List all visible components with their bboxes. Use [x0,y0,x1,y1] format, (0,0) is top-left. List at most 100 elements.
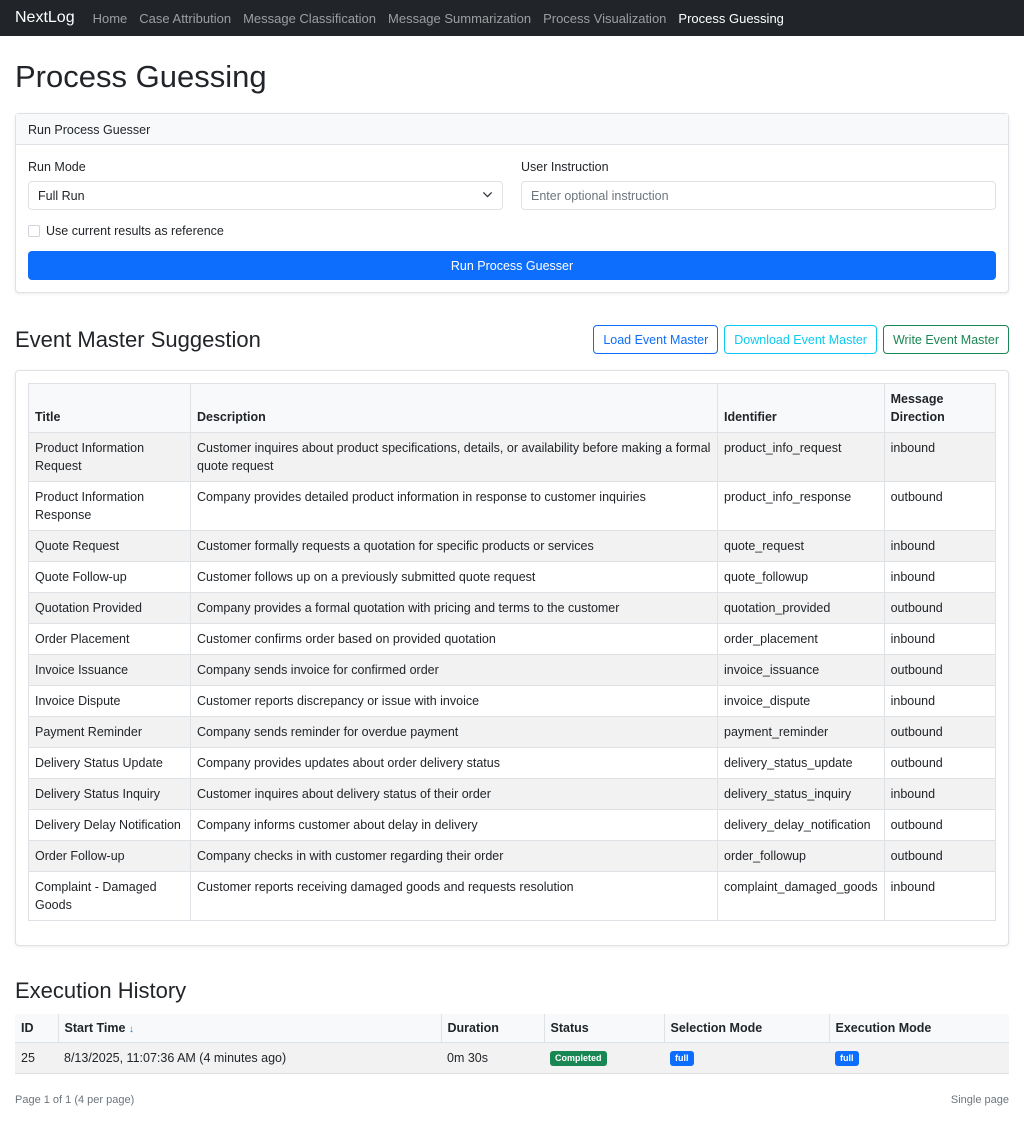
event-direction-cell: inbound [883,561,997,594]
event-title-cell: Payment Reminder [28,716,191,749]
column-header-id: ID [15,1014,58,1044]
table-row: Order Follow-up Company checks in with cu… [28,840,997,873]
start-time-header-label: Start Time [64,1021,126,1036]
event-description-cell: Customer confirms order based on provide… [190,623,718,656]
main-container: Process Guessing Run Process Guesser Run… [0,58,1024,1106]
event-identifier-cell: order_followup [717,840,885,873]
history-id: 25 [15,1042,58,1075]
event-title-cell: Quotation Provided [28,592,191,625]
reference-checkbox-label[interactable]: Use current results as reference [46,224,224,238]
event-identifier-cell: delivery_delay_notification [717,809,885,842]
status-badge: Completed [550,1051,607,1067]
event-identifier-cell: delivery_status_inquiry [717,778,885,811]
event-identifier-cell: invoice_dispute [717,685,885,718]
event-description-cell: Customer inquires about product specific… [190,432,718,483]
table-row[interactable]: 25 8/13/2025, 11:07:36 AM (4 minutes ago… [15,1042,1009,1075]
event-title-cell: Quote Request [28,530,191,563]
column-header-start-time[interactable]: Start Time ↓ [57,1014,441,1044]
history-start-time: 8/13/2025, 11:07:36 AM (4 minutes ago) [58,1042,441,1075]
run-process-guesser-button[interactable]: Run Process Guesser [28,251,996,281]
download-event-master-button[interactable]: Download Event Master [724,325,877,355]
event-title-cell: Order Follow-up [28,840,191,873]
event-identifier-cell: quotation_provided [717,592,885,625]
nav-link-process-visualization[interactable]: Process Visualization [543,11,666,26]
event-identifier-cell: product_info_response [717,481,885,532]
table-row: Quote Request Customer formally requests … [28,530,997,563]
load-event-master-button[interactable]: Load Event Master [593,325,719,355]
execution-history-title: Execution History [15,978,187,1004]
event-direction-cell: inbound [883,685,997,718]
table-row: Product Information Request Customer inqu… [28,432,997,483]
table-row: Payment Reminder Company sends reminder f… [28,716,997,749]
run-mode-value: Full Run [38,188,85,203]
user-instruction-input[interactable] [521,181,996,211]
event-identifier-cell: quote_request [717,530,885,563]
event-direction-cell: outbound [883,716,997,749]
nav-link-home[interactable]: Home [93,11,128,26]
nav-link-message-summarization[interactable]: Message Summarization [388,11,531,26]
event-title-cell: Delivery Status Update [28,747,191,780]
event-identifier-cell: quote_followup [717,561,885,594]
event-direction-cell: outbound [883,840,997,873]
event-identifier-cell: order_placement [717,623,885,656]
table-row: Delivery Delay Notification Company infor… [28,809,997,842]
event-description-cell: Customer reports receiving damaged goods… [190,871,718,922]
event-direction-cell: outbound [883,592,997,625]
column-header-message-direction: Message Direction [883,383,997,434]
event-identifier-cell: delivery_status_update [717,747,885,780]
event-master-title: Event Master Suggestion [15,326,261,352]
event-description-cell: Company checks in with customer regardin… [190,840,718,873]
selection-mode-badge: full [670,1051,694,1067]
execution-history-table: ID Start Time ↓ Duration Status Selectio… [15,1014,1009,1075]
column-header-duration: Duration [440,1014,544,1044]
event-description-cell: Customer inquires about delivery status … [190,778,718,811]
event-title-cell: Quote Follow-up [28,561,191,594]
event-title-cell: Invoice Dispute [28,685,191,718]
pagination-info: Page 1 of 1 (4 per page) [15,1094,135,1107]
event-description-cell: Customer formally requests a quotation f… [190,530,718,563]
event-direction-cell: inbound [883,871,997,922]
event-description-cell: Company provides updates about order del… [190,747,718,780]
brand-logo[interactable]: NextLog [15,9,75,27]
chevron-down-icon [482,189,493,203]
top-navbar: NextLog Home Case Attribution Message Cl… [0,0,1024,36]
table-row: Complaint - Damaged Goods Customer report… [28,871,997,922]
event-master-card: Title Description Identifier Message Dir… [15,370,1009,947]
event-direction-cell: outbound [883,809,997,842]
table-row: Invoice Dispute Customer reports discrepa… [28,685,997,718]
nav-link-message-classification[interactable]: Message Classification [243,11,376,26]
event-master-table: Title Description Identifier Message Dir… [28,383,997,922]
nav-link-process-guessing[interactable]: Process Guessing [678,11,784,26]
event-direction-cell: inbound [883,778,997,811]
table-row: Order Placement Customer confirms order b… [28,623,997,656]
event-description-cell: Customer reports discrepancy or issue wi… [190,685,718,718]
event-description-cell: Company sends invoice for confirmed orde… [190,654,718,687]
event-description-cell: Company informs customer about delay in … [190,809,718,842]
event-direction-cell: inbound [883,432,997,483]
column-header-identifier: Identifier [717,383,885,434]
run-mode-select[interactable]: Full Run [28,181,503,211]
page-title: Process Guessing [15,59,267,94]
event-direction-cell: inbound [883,530,997,563]
execution-mode-badge: full [835,1051,859,1067]
event-direction-cell: inbound [883,623,997,656]
page-mode-indicator: Single page [950,1094,1009,1107]
event-title-cell: Delivery Status Inquiry [28,778,191,811]
reference-checkbox[interactable] [28,225,40,238]
sort-arrow-icon[interactable]: ↓ [129,1024,134,1035]
event-identifier-cell: invoice_issuance [717,654,885,687]
event-description-cell: Customer follows up on a previously subm… [190,561,718,594]
event-title-cell: Delivery Delay Notification [28,809,191,842]
nav-link-case-attribution[interactable]: Case Attribution [139,11,231,26]
table-row: Invoice Issuance Company sends invoice fo… [28,654,997,687]
event-title-cell: Invoice Issuance [28,654,191,687]
history-duration: 0m 30s [441,1042,544,1075]
event-description-cell: Company sends reminder for overdue payme… [190,716,718,749]
column-header-status: Status [543,1014,664,1044]
run-card-header: Run Process Guesser [16,114,1008,146]
write-event-master-button[interactable]: Write Event Master [882,325,1009,355]
run-mode-label: Run Mode [28,160,86,175]
event-direction-cell: outbound [883,747,997,780]
event-title-cell: Order Placement [28,623,191,656]
table-row: Delivery Status Inquiry Customer inquires… [28,778,997,811]
